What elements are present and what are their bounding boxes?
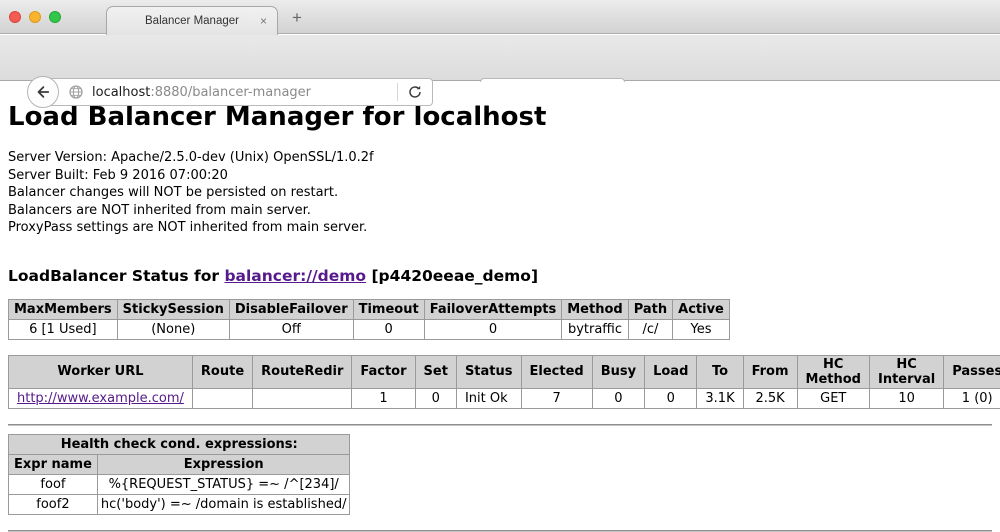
column-header: StickySession xyxy=(117,299,229,319)
table-cell: 7 xyxy=(521,388,592,408)
table-cell: /c/ xyxy=(628,319,672,339)
table-cell: hc('body') =~ /domain is established/ xyxy=(97,494,350,514)
table-cell: 0 xyxy=(353,319,424,339)
back-arrow-icon xyxy=(34,83,52,101)
health-check-table: Health check cond. expressions: Expr nam… xyxy=(8,434,350,515)
column-header: RouteRedir xyxy=(253,355,352,388)
globe-icon xyxy=(68,84,84,100)
reload-button[interactable] xyxy=(398,84,432,100)
table-cell: 10 xyxy=(869,388,943,408)
column-header: Worker URL xyxy=(9,355,193,388)
table-cell: 0 xyxy=(592,388,644,408)
table-cell: 0 xyxy=(645,388,697,408)
new-tab-button[interactable]: + xyxy=(292,8,302,28)
table-row: 6 [1 Used](None)Off00bytraffic/c/Yes xyxy=(9,319,730,339)
page-title: Load Balancer Manager for localhost xyxy=(8,102,992,132)
health-table-title: Health check cond. expressions: xyxy=(9,434,350,454)
url-path: :8880/balancer-manager xyxy=(150,85,311,100)
worker-table-header-row: Worker URLRouteRouteRedirFactorSetStatus… xyxy=(9,355,1000,388)
server-version-line: Server Version: Apache/2.5.0-dev (Unix) … xyxy=(8,149,992,167)
table-cell: 0 xyxy=(424,319,562,339)
column-header: Set xyxy=(415,355,456,388)
column-header: Status xyxy=(456,355,521,388)
table-cell: http://www.example.com/ xyxy=(9,388,193,408)
column-header: Active xyxy=(673,299,730,319)
table-cell: Yes xyxy=(673,319,730,339)
tab-balancer-manager[interactable]: Balancer Manager × xyxy=(106,6,278,35)
table-cell: 0 xyxy=(415,388,456,408)
horizontal-rule xyxy=(8,424,992,426)
table-row: http://www.example.com/10Init Ok7003.1K2… xyxy=(9,388,1000,408)
tab-close-icon[interactable]: × xyxy=(260,14,267,28)
loadbalancer-status-heading: LoadBalancer Status for balancer://demo … xyxy=(8,267,992,285)
balancer-settings-table: MaxMembersStickySessionDisableFailoverTi… xyxy=(8,299,730,340)
table-cell xyxy=(253,388,352,408)
column-header: MaxMembers xyxy=(9,299,118,319)
worker-status-table: Worker URLRouteRouteRedirFactorSetStatus… xyxy=(8,355,1000,409)
url-bar[interactable]: localhost:8880/balancer-manager xyxy=(43,78,433,106)
proxypass-warning-line: ProxyPass settings are NOT inherited fro… xyxy=(8,219,992,237)
column-header: Method xyxy=(562,299,628,319)
page-content: Load Balancer Manager for localhost Serv… xyxy=(0,82,1000,491)
table-cell: 3.1K xyxy=(697,388,743,408)
table-cell xyxy=(192,388,252,408)
column-header: FailoverAttempts xyxy=(424,299,562,319)
window-controls xyxy=(9,11,61,23)
balancer-table-header-row: MaxMembersStickySessionDisableFailoverTi… xyxy=(9,299,730,319)
table-row: foof2hc('body') =~ /domain is establishe… xyxy=(9,494,350,514)
table-cell: 2.5K xyxy=(743,388,797,408)
table-cell: GET xyxy=(797,388,869,408)
column-header: Elected xyxy=(521,355,592,388)
reload-icon xyxy=(407,84,423,100)
column-header: Path xyxy=(628,299,672,319)
table-cell: foof2 xyxy=(9,494,98,514)
table-cell: Off xyxy=(229,319,353,339)
table-row: foof%{REQUEST_STATUS} =~ /^[234]/ xyxy=(9,474,350,494)
health-table-title-row: Health check cond. expressions: xyxy=(9,434,350,454)
inherit-warning-line: Balancers are NOT inherited from main se… xyxy=(8,202,992,220)
browser-titlebar: Balancer Manager × + xyxy=(0,0,1000,34)
table-cell: 6 [1 Used] xyxy=(9,319,118,339)
back-button[interactable] xyxy=(27,76,59,108)
table-cell: 1 (0) xyxy=(944,388,1000,408)
table-cell: 1 xyxy=(352,388,415,408)
column-header: Expression xyxy=(97,454,350,474)
close-window-button[interactable] xyxy=(9,11,21,23)
balancer-demo-link[interactable]: balancer://demo xyxy=(224,267,366,285)
column-header: From xyxy=(743,355,797,388)
column-header: Expr name xyxy=(9,454,98,474)
column-header: Passes xyxy=(944,355,1000,388)
horizontal-rule xyxy=(8,530,992,532)
status-heading-prefix: LoadBalancer Status for xyxy=(8,267,224,285)
column-header: HC Method xyxy=(797,355,869,388)
minimize-window-button[interactable] xyxy=(29,11,41,23)
zoom-window-button[interactable] xyxy=(49,11,61,23)
column-header: DisableFailover xyxy=(229,299,353,319)
column-header: HC Interval xyxy=(869,355,943,388)
health-table-header-row: Expr nameExpression xyxy=(9,454,350,474)
table-cell: %{REQUEST_STATUS} =~ /^[234]/ xyxy=(97,474,350,494)
server-info-block: Server Version: Apache/2.5.0-dev (Unix) … xyxy=(8,149,992,237)
column-header: Route xyxy=(192,355,252,388)
column-header: To xyxy=(697,355,743,388)
url-hostname: localhost xyxy=(92,85,150,100)
server-built-line: Server Built: Feb 9 2016 07:00:20 xyxy=(8,167,992,185)
column-header: Timeout xyxy=(353,299,424,319)
persist-warning-line: Balancer changes will NOT be persisted o… xyxy=(8,184,992,202)
column-header: Factor xyxy=(352,355,415,388)
column-header: Load xyxy=(645,355,697,388)
table-cell: foof xyxy=(9,474,98,494)
table-cell: bytraffic xyxy=(562,319,628,339)
column-header: Busy xyxy=(592,355,644,388)
table-cell: Init Ok xyxy=(456,388,521,408)
status-heading-suffix: [p4420eeae_demo] xyxy=(366,267,538,285)
tab-title: Balancer Manager xyxy=(145,15,239,27)
table-cell: (None) xyxy=(117,319,229,339)
url-text[interactable]: localhost:8880/balancer-manager xyxy=(92,85,397,100)
navigation-toolbar: localhost:8880/balancer-manager xyxy=(0,35,1000,81)
worker-url-link[interactable]: http://www.example.com/ xyxy=(17,391,184,406)
